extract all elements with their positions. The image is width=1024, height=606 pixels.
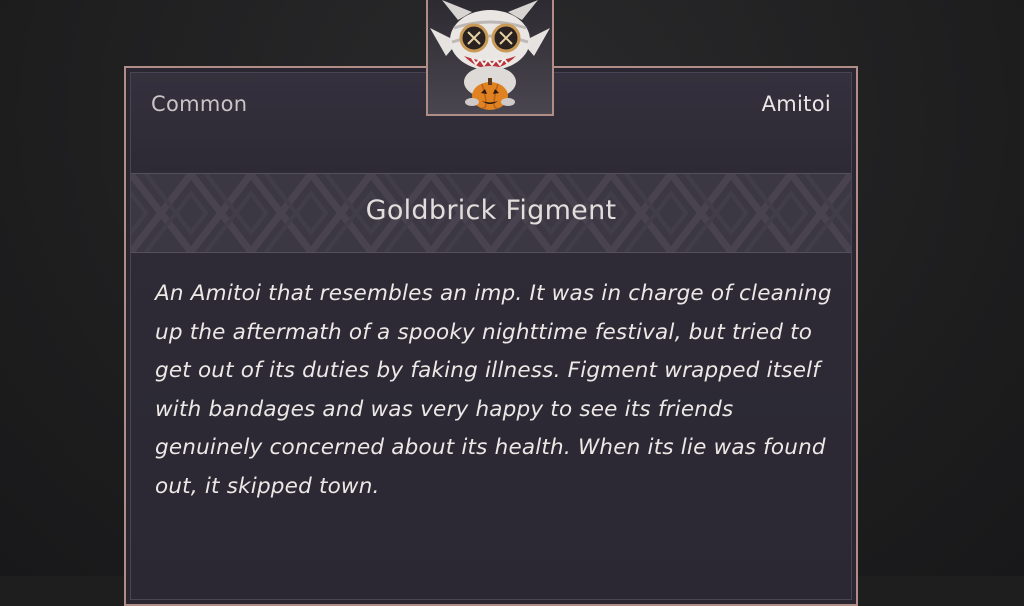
- item-info-card: Common Amitoi Goldbrick Figment An Amito…: [124, 66, 858, 606]
- rarity-label: Common: [151, 92, 248, 116]
- item-description: An Amitoi that resembles an imp. It was …: [155, 281, 832, 499]
- title-band: Goldbrick Figment: [131, 173, 851, 253]
- amitoi-imp-portrait-icon: [426, 0, 554, 116]
- category-label: Amitoi: [761, 92, 831, 116]
- card-inner-frame: Common Amitoi Goldbrick Figment An Amito…: [130, 72, 852, 600]
- item-name-title: Goldbrick Figment: [365, 195, 617, 226]
